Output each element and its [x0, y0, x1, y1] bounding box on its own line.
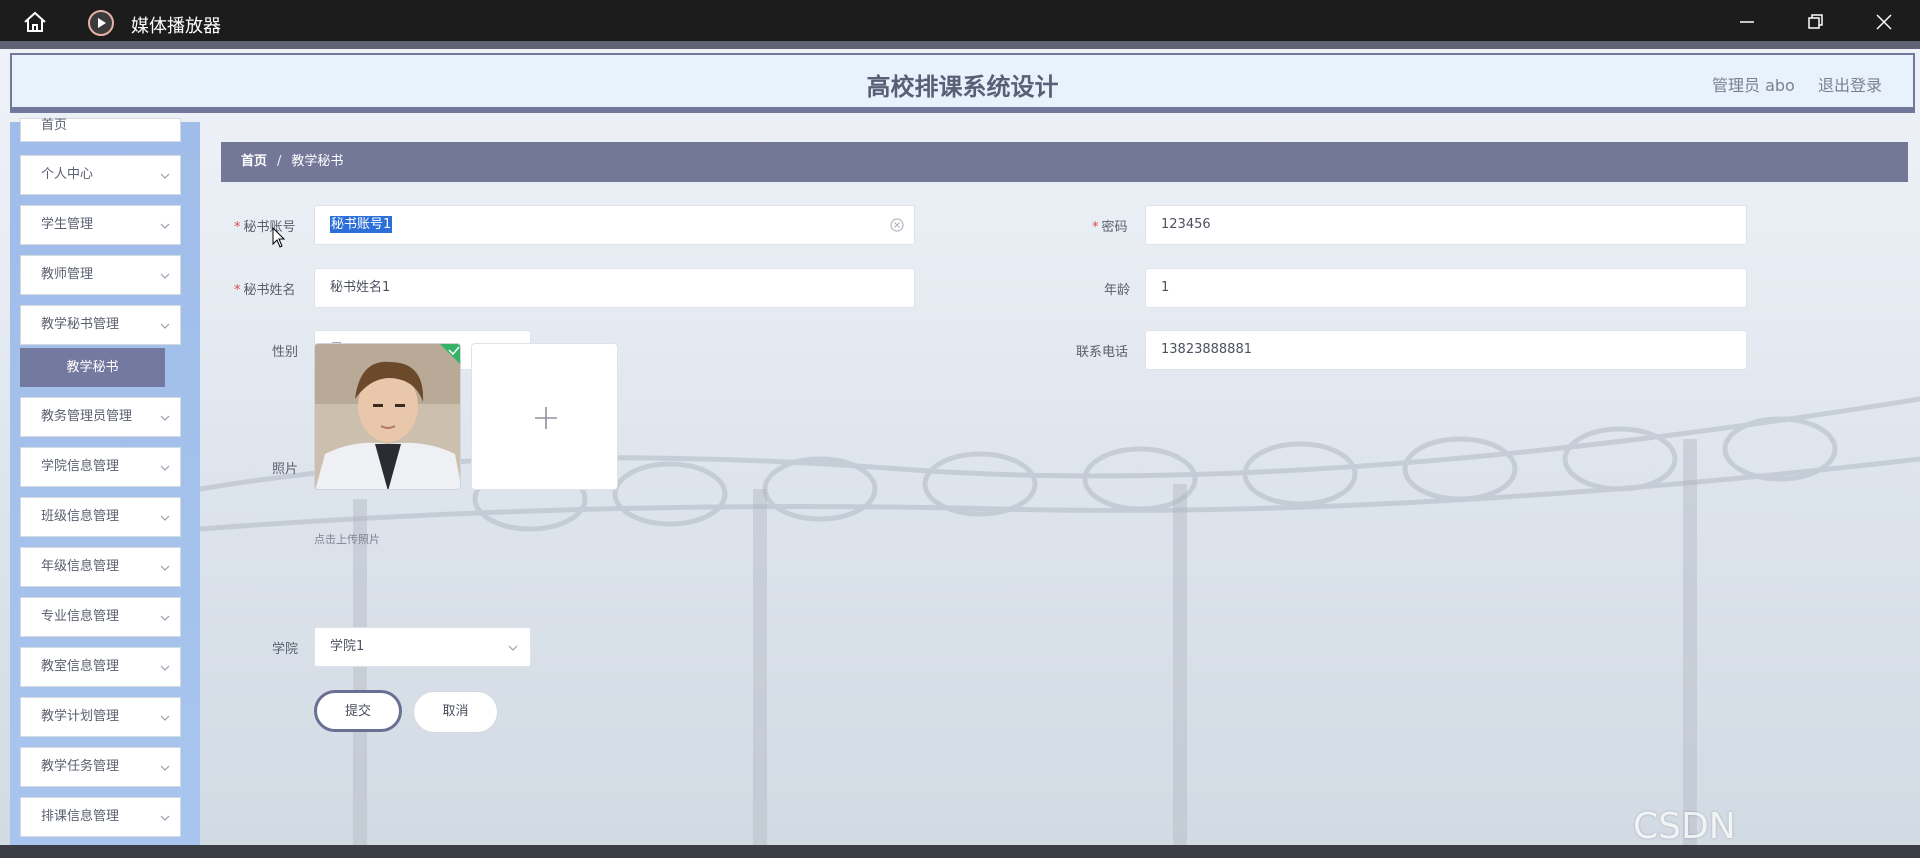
chevron-down-icon	[160, 615, 170, 621]
age-input[interactable]: 1	[1145, 268, 1747, 308]
window-title: 媒体播放器	[131, 16, 221, 37]
breadcrumb-current: 教学秘书	[291, 154, 344, 169]
submit-button[interactable]: 提交	[314, 690, 402, 732]
app-title: 高校排课系统设计	[866, 73, 1059, 101]
photo-upload-button[interactable]	[471, 343, 618, 490]
chevron-down-icon	[160, 515, 170, 521]
chevron-down-icon	[160, 323, 170, 329]
name-input[interactable]: 秘书姓名1	[314, 268, 915, 308]
password-input-value: 123456	[1161, 217, 1211, 232]
name-input-value: 秘书姓名1	[330, 280, 391, 295]
sidebar-item-students[interactable]: 学生管理	[20, 205, 181, 245]
sidebar-item-teachers[interactable]: 教师管理	[20, 255, 181, 295]
sidebar-item-label: 班级信息管理	[41, 509, 120, 524]
account-label-text: 秘书账号	[243, 220, 296, 235]
chevron-down-icon	[160, 273, 170, 279]
sidebar-item-colleges[interactable]: 学院信息管理	[20, 447, 181, 487]
app-header: 高校排课系统设计 管理员 abo 退出登录	[10, 53, 1915, 113]
restore-icon[interactable]	[1803, 10, 1827, 34]
chevron-down-icon	[160, 715, 170, 721]
phone-input[interactable]: 13823888881	[1145, 330, 1747, 370]
required-mark: *	[234, 283, 241, 298]
sidebar-item-label: 教学秘书管理	[41, 317, 120, 332]
sidebar-item-majors[interactable]: 专业信息管理	[20, 597, 181, 637]
window-titlebar: 媒体播放器	[0, 0, 1920, 41]
sidebar-item-academic-admins[interactable]: 教务管理员管理	[20, 397, 181, 437]
upload-hint: 点击上传照片	[314, 533, 380, 546]
sidebar-item-label: 排课信息管理	[41, 809, 120, 824]
sidebar-item-classrooms[interactable]: 教室信息管理	[20, 647, 181, 687]
college-select[interactable]: 学院1	[314, 627, 531, 667]
phone-label: 联系电话	[1076, 345, 1129, 360]
phone-input-value: 13823888881	[1161, 342, 1252, 357]
chevron-down-icon	[160, 765, 170, 771]
portrait-image	[315, 344, 460, 489]
required-mark: *	[1092, 220, 1099, 235]
college-select-value: 学院1	[330, 639, 365, 654]
bottom-bar	[0, 845, 1920, 858]
sidebar-item-classes[interactable]: 班级信息管理	[20, 497, 181, 537]
sidebar-item-label: 年级信息管理	[41, 559, 120, 574]
sidebar-item-label: 学院信息管理	[41, 459, 120, 474]
uploaded-photo[interactable]	[314, 343, 461, 490]
close-icon[interactable]	[1872, 10, 1896, 34]
sidebar-item-grades[interactable]: 年级信息管理	[20, 547, 181, 587]
breadcrumb-home[interactable]: 首页	[241, 154, 267, 169]
home-icon[interactable]	[22, 11, 48, 33]
chevron-down-icon	[160, 173, 170, 179]
sidebar-item-secretaries[interactable]: 教学秘书管理	[20, 305, 181, 345]
name-label-text: 秘书姓名	[243, 283, 296, 298]
sidebar-item-teaching-tasks[interactable]: 教学任务管理	[20, 747, 181, 787]
cancel-button[interactable]: 取消	[413, 691, 498, 733]
minimize-icon[interactable]	[1735, 10, 1759, 34]
password-label-text: 密码	[1101, 220, 1128, 235]
sidebar-item-label: 教学任务管理	[41, 759, 120, 774]
name-label: * 秘书姓名	[234, 279, 296, 298]
password-label: * 密码	[1092, 216, 1128, 235]
sidebar-item-label: 首页	[41, 118, 68, 133]
chevron-down-icon	[160, 665, 170, 671]
sidebar-item-home[interactable]: 首页	[20, 118, 181, 142]
breadcrumb-separator: /	[277, 154, 282, 169]
gender-label: 性别	[272, 345, 299, 360]
admin-user-label: 管理员 abo	[1712, 76, 1795, 95]
chevron-down-icon	[160, 223, 170, 229]
chevron-down-icon	[160, 415, 170, 421]
chevron-down-icon	[160, 815, 170, 821]
age-input-value: 1	[1161, 280, 1170, 295]
sidebar-item-label: 个人中心	[41, 167, 94, 182]
age-label: 年龄	[1104, 283, 1131, 298]
chevron-down-icon	[160, 565, 170, 571]
mouse-cursor-icon	[272, 227, 286, 248]
sidebar-item-schedules[interactable]: 排课信息管理	[20, 797, 181, 837]
titlebar-divider	[0, 41, 1920, 49]
account-label: * 秘书账号	[234, 216, 296, 235]
sidebar-item-label: 教室信息管理	[41, 659, 120, 674]
password-input[interactable]: 123456	[1145, 205, 1747, 245]
logout-link[interactable]: 退出登录	[1818, 72, 1882, 96]
chevron-down-icon	[160, 465, 170, 471]
chevron-down-icon	[508, 645, 518, 651]
sidebar: 首页 个人中心 学生管理 教师管理 教学秘书管理 教学秘书 教务管理员管理 学院…	[10, 118, 200, 845]
sidebar-item-label: 专业信息管理	[41, 609, 120, 624]
sidebar-item-teaching-plans[interactable]: 教学计划管理	[20, 697, 181, 737]
clear-icon[interactable]	[890, 218, 904, 232]
sidebar-item-label: 教师管理	[41, 267, 94, 282]
sidebar-subitem-secretary[interactable]: 教学秘书	[20, 348, 165, 387]
sidebar-item-personal-center[interactable]: 个人中心	[20, 155, 181, 195]
sidebar-item-label: 学生管理	[41, 217, 94, 232]
plus-icon	[535, 407, 557, 429]
college-label: 学院	[272, 642, 299, 657]
breadcrumb: 首页 / 教学秘书	[221, 142, 1908, 182]
required-mark: *	[234, 220, 241, 235]
photo-label: 照片	[272, 462, 299, 477]
account-input-value: 秘书账号1	[330, 216, 393, 233]
media-player-icon	[88, 10, 114, 36]
sidebar-item-label: 教学计划管理	[41, 709, 120, 724]
account-input[interactable]: 秘书账号1	[314, 205, 915, 245]
sidebar-item-label: 教务管理员管理	[41, 409, 133, 424]
